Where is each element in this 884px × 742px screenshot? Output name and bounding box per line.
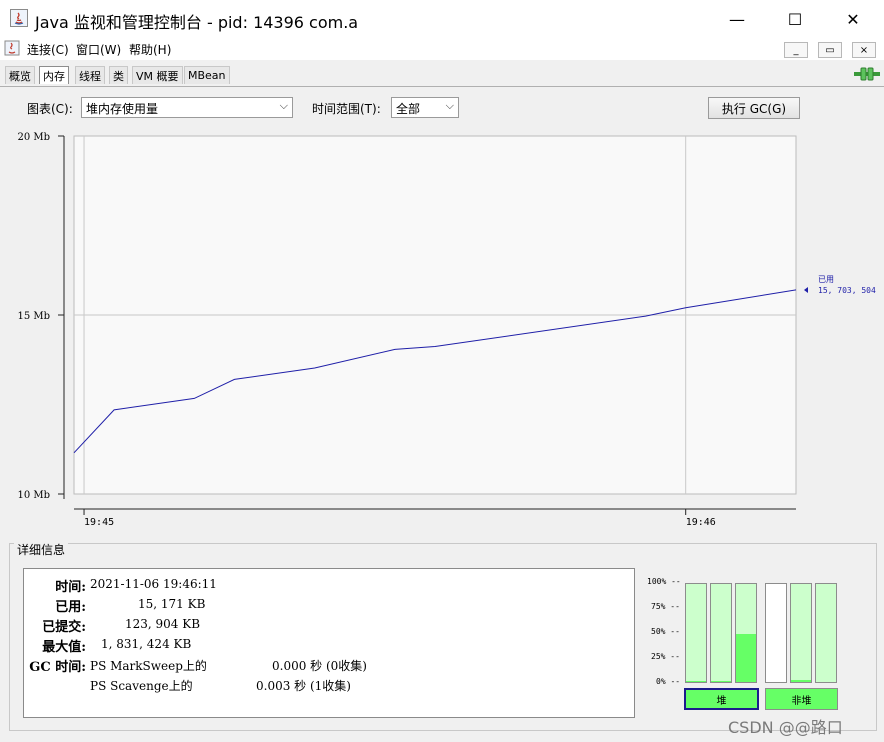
restore-icon: ▭ <box>825 44 835 56</box>
detail-gc-marksweep-time: 0.000 秒 (0收集) <box>272 659 367 673</box>
inner-close-button[interactable]: × <box>852 42 876 58</box>
detail-label-gc-time: GC 时间: <box>29 660 86 675</box>
tab-overview[interactable]: 概览 <box>5 66 35 84</box>
inner-minimize-button[interactable]: _ <box>784 42 808 58</box>
menu-connection[interactable]: 连接(C) <box>27 41 69 58</box>
time-range-label: 时间范围(T): <box>312 102 381 116</box>
detail-value-used: 15, 171 KB <box>138 597 206 611</box>
chart-label: 图表(C): <box>27 102 73 116</box>
y-tick-label: 15 Mb <box>17 311 50 322</box>
close-icon: × <box>859 44 869 56</box>
minimize-icon: _ <box>793 44 799 56</box>
tab-memory[interactable]: 内存 <box>39 66 69 84</box>
detail-value-time: 2021-11-06 19:46:11 <box>90 577 217 591</box>
memory-chart: 20 Mb 15 Mb 10 Mb 19:45 19:46 已用 15, 703, 5… <box>17 132 876 528</box>
current-value-marker <box>804 286 808 293</box>
nonheap-pool-bar-2[interactable] <box>790 583 812 683</box>
menu-window[interactable]: 窗口(W) <box>76 41 121 58</box>
minimize-button[interactable]: — <box>708 0 766 38</box>
pool-ylabel-75: 75% -- <box>651 602 680 611</box>
time-range-select-value: 全部 <box>396 102 421 116</box>
detail-gc-collector-scavenge: PS Scavenge上的 <box>90 679 193 693</box>
heap-button[interactable]: 堆 <box>684 688 759 710</box>
inner-restore-button[interactable]: ▭ <box>818 42 842 58</box>
pool-fill <box>736 633 756 682</box>
pool-fill <box>791 680 811 682</box>
chevron-down-icon: ⌵ <box>445 99 454 112</box>
current-series-label: 已用 <box>818 275 834 284</box>
chevron-down-icon: ⌵ <box>279 99 288 112</box>
detail-value-max: 1, 831, 424 KB <box>101 637 192 651</box>
pool-ylabel-50: 50% -- <box>651 627 680 636</box>
x-tick-label: 19:45 <box>84 517 114 528</box>
java-app-icon-small[interactable] <box>4 40 20 56</box>
heap-pool-bar-3[interactable] <box>735 583 757 683</box>
tab-mbeans[interactable]: MBean <box>184 66 230 84</box>
y-tick-label: 20 Mb <box>17 132 50 143</box>
connection-status-icon[interactable] <box>854 66 880 82</box>
chart-select-value: 堆内存使用量 <box>86 102 159 116</box>
detail-gc-collector-marksweep: PS MarkSweep上的 <box>90 659 207 673</box>
y-tick-label: 10 Mb <box>17 490 50 501</box>
pool-ylabel-25: 25% -- <box>651 652 680 661</box>
tab-classes[interactable]: 类 <box>109 66 128 84</box>
detail-label-used: 已用: <box>55 600 86 615</box>
heap-pool-bar-2[interactable] <box>710 583 732 683</box>
current-series-value: 15, 703, 504 <box>818 286 876 295</box>
heap-pool-bar-1[interactable] <box>685 583 707 683</box>
minimize-icon: — <box>729 9 745 29</box>
detail-label-max: 最大值: <box>42 640 86 655</box>
pool-ylabel-0: 0% -- <box>656 677 681 686</box>
detail-label-committed: 已提交: <box>42 620 86 635</box>
nonheap-pool-bar-3[interactable] <box>815 583 837 683</box>
maximize-button[interactable]: ☐ <box>766 0 824 38</box>
time-range-select[interactable]: 全部 ⌵ <box>391 97 459 118</box>
maximize-icon: ☐ <box>787 9 803 29</box>
x-ticks: 19:45 19:46 <box>83 509 716 528</box>
details-title: 详细信息 <box>14 541 69 558</box>
perform-gc-button[interactable]: 执行 GC(G) <box>708 97 800 119</box>
tab-threads[interactable]: 线程 <box>75 66 105 84</box>
watermark: CSDN @@路口 <box>728 718 843 737</box>
nonheap-button[interactable]: 非堆 <box>765 688 838 710</box>
x-tick-label: 19:46 <box>686 517 716 528</box>
window-title: Java 监视和管理控制台 - pid: 14396 com.a <box>35 13 359 32</box>
pool-fill <box>711 681 731 682</box>
close-button[interactable]: ✕ <box>824 0 882 38</box>
java-app-icon <box>10 9 28 27</box>
pool-fill <box>686 681 706 682</box>
close-icon: ✕ <box>846 9 860 29</box>
y-ticks: 20 Mb 15 Mb 10 Mb <box>17 132 64 501</box>
detail-gc-scavenge-time: 0.003 秒 (1收集) <box>256 679 351 693</box>
menu-help[interactable]: 帮助(H) <box>129 41 171 58</box>
tab-vm-summary[interactable]: VM 概要 <box>132 66 183 84</box>
detail-value-committed: 123, 904 KB <box>125 617 201 631</box>
nonheap-pool-bar-1[interactable] <box>765 583 787 683</box>
chart-select[interactable]: 堆内存使用量 ⌵ <box>81 97 293 118</box>
detail-label-time: 时间: <box>55 580 86 595</box>
pool-ylabel-100: 100% -- <box>647 577 681 586</box>
